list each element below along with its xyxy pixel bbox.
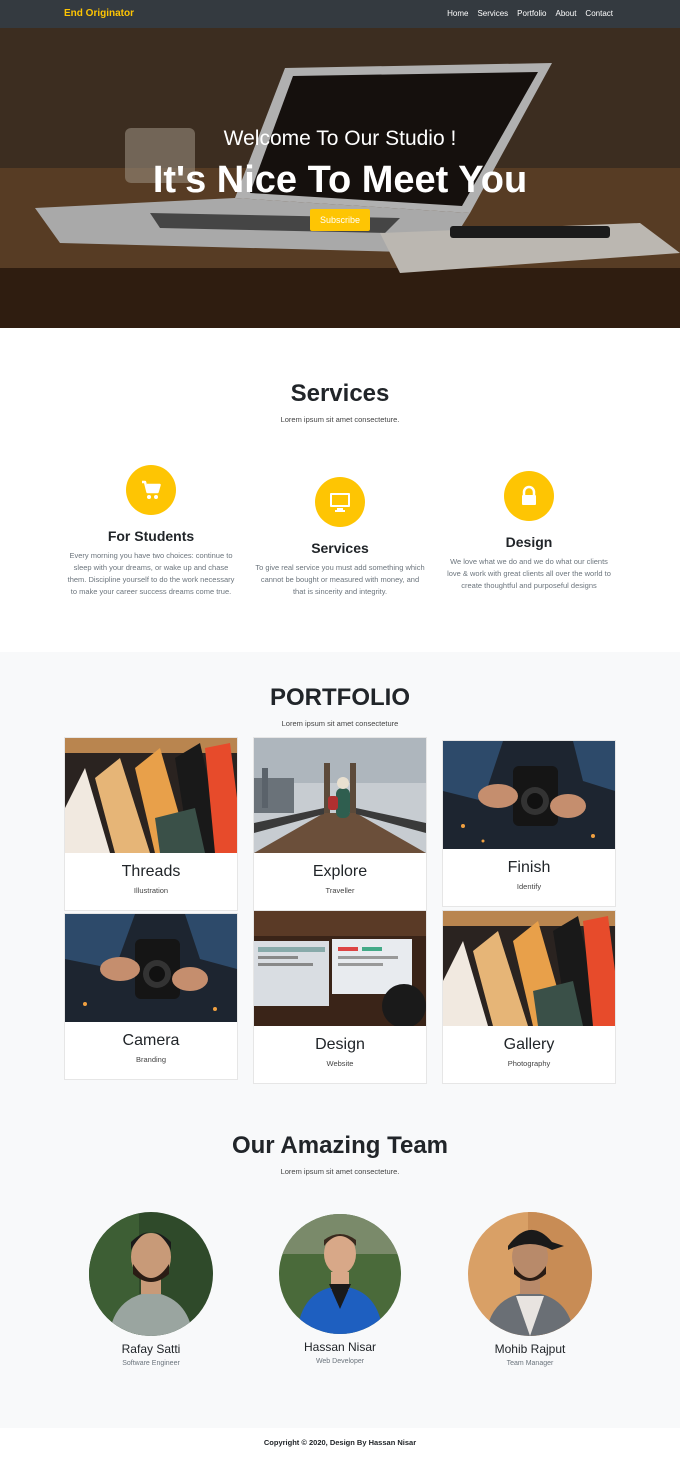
member-name: Hassan Nisar <box>303 1340 377 1354</box>
hero-title: It's Nice To Meet You <box>152 159 528 201</box>
team-member-hassan: Hassan Nisar Web Developer <box>260 1214 420 1365</box>
portfolio-card-category: Illustration <box>133 886 169 895</box>
member-name: Rafay Satti <box>121 1342 181 1356</box>
nav-links: Home Services Portfolio About Contact <box>447 9 613 18</box>
portfolio-title: PORTFOLIO <box>270 684 410 711</box>
portfolio-card-explore[interactable]: Explore Traveller <box>253 737 427 911</box>
member-name: Mohib Rajput <box>494 1342 566 1356</box>
team-title: Our Amazing Team <box>231 1132 449 1159</box>
member-role: Software Engineer <box>122 1360 180 1367</box>
service-text: Every morning you have two choices: cont… <box>67 551 235 596</box>
team-subtitle: Lorem ipsum sit amet consecteture. <box>280 1167 400 1176</box>
service-title: For Students <box>107 528 195 544</box>
services-subtitle: Lorem ipsum sit amet consecteture. <box>280 415 400 424</box>
portfolio-card-category: Identify <box>516 882 542 891</box>
nav-link-contact[interactable]: Contact <box>585 9 613 18</box>
subscribe-button[interactable]: Subscribe <box>310 209 370 231</box>
lock-icon <box>522 485 536 505</box>
portfolio-card-category: Traveller <box>325 886 355 895</box>
cart-icon <box>142 480 161 499</box>
avatar <box>89 1212 213 1336</box>
nav-link-home[interactable]: Home <box>447 9 468 18</box>
brand-logo[interactable]: End Originator <box>64 8 134 19</box>
portfolio-card-category: Website <box>326 1059 354 1068</box>
cart-icon-circle <box>126 465 176 515</box>
portfolio-image-camera <box>65 914 237 1022</box>
portfolio-card-gallery[interactable]: Gallery Photography <box>442 910 616 1084</box>
portfolio-card-title: Explore <box>312 863 368 880</box>
portfolio-card-threads[interactable]: Threads Illustration <box>64 737 238 911</box>
service-title: Design <box>505 534 553 550</box>
portfolio-image-explore <box>254 738 426 853</box>
services-title: Services <box>290 380 390 407</box>
portfolio-card-title: Finish <box>507 859 551 876</box>
portfolio-card-category: Branding <box>135 1055 167 1064</box>
hero-subtitle: Welcome To Our Studio ! <box>223 127 457 150</box>
member-role: Web Developer <box>315 1358 365 1365</box>
service-item-students: For Students Every morning you have two … <box>66 465 236 598</box>
portfolio-card-title: Design <box>315 1036 365 1053</box>
navbar: End Originator Home Services Portfolio A… <box>0 0 680 28</box>
lock-icon-circle <box>504 471 554 521</box>
portfolio-card-design[interactable]: Design Website <box>253 910 427 1084</box>
hero-section: Welcome To Our Studio ! It's Nice To Mee… <box>0 28 680 328</box>
team-member-mohib: Mohib Rajput Team Manager <box>450 1212 610 1367</box>
avatar <box>468 1212 592 1336</box>
portfolio-card-category: Photography <box>507 1059 551 1068</box>
portfolio-card-title: Camera <box>122 1032 180 1049</box>
avatar <box>279 1214 401 1334</box>
portfolio-card-camera[interactable]: Camera Branding <box>64 913 238 1080</box>
nav-link-services[interactable]: Services <box>477 9 508 18</box>
member-role: Team Manager <box>506 1360 554 1367</box>
team-member-rafay: Rafay Satti Software Engineer <box>71 1212 231 1367</box>
service-title: Services <box>311 540 369 556</box>
portfolio-image-design <box>254 911 426 1026</box>
nav-link-about[interactable]: About <box>556 9 577 18</box>
service-item-design: Design We love what we do and we do what… <box>444 471 614 592</box>
portfolio-card-title: Gallery <box>503 1036 555 1053</box>
portfolio-image-gallery <box>443 911 615 1026</box>
monitor-icon-circle <box>315 477 365 527</box>
service-text: We love what we do and we do what our cl… <box>447 557 611 590</box>
monitor-icon <box>330 493 350 512</box>
portfolio-card-title: Threads <box>121 863 181 880</box>
portfolio-image-finish <box>443 741 615 849</box>
footer: Copyright © 2020, Design By Hassan Nisar <box>0 1428 680 1458</box>
portfolio-subtitle: Lorem ipsum sit amet consecteture <box>281 719 399 728</box>
portfolio-card-finish[interactable]: Finish Identify <box>442 740 616 907</box>
portfolio-image-threads <box>65 738 237 853</box>
service-item-services: Services To give real service you must a… <box>255 477 425 598</box>
nav-link-portfolio[interactable]: Portfolio <box>517 9 546 18</box>
service-text: To give real service you must add someth… <box>255 563 425 596</box>
